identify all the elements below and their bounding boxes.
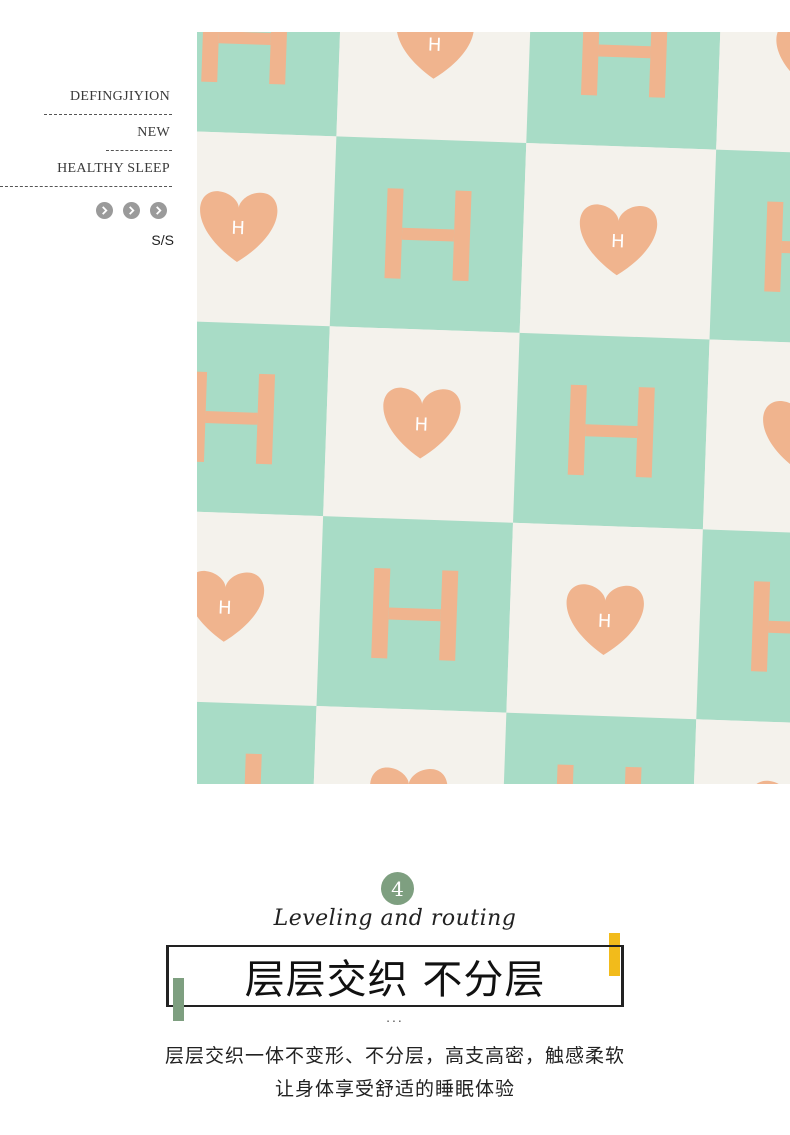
heart-letter: H: [218, 598, 232, 619]
divider: [44, 114, 172, 115]
heart-letter: H: [231, 218, 245, 239]
fabric-square: [309, 706, 507, 784]
feature-description-line2: 让身体享受舒适的睡眠体验: [274, 1078, 515, 1100]
fabric-grid: HHHHHHHHHHHHHHH: [197, 32, 790, 784]
chevron-right-icon: [150, 202, 167, 219]
fabric-square: [499, 712, 697, 784]
fabric-square: [197, 32, 344, 137]
heart-letter: H: [427, 35, 441, 56]
size-label: S/S: [151, 232, 174, 248]
chevron-right-icon: [123, 202, 140, 219]
divider: [0, 186, 172, 187]
heart-letter: H: [611, 231, 625, 252]
new-label: NEW: [137, 125, 170, 140]
feature-number-badge: 4: [381, 872, 414, 905]
feature-title-box: 层层交织 不分层: [166, 945, 624, 1007]
heart-letter: H: [597, 611, 611, 632]
healthy-sleep-label: HEALTHY SLEEP: [57, 161, 170, 176]
arrow-group: [96, 202, 167, 219]
fabric-pattern: HHHHHHHHHHHHHHH: [197, 32, 790, 784]
feature-script-title: Leveling and routing: [273, 906, 517, 931]
fabric-square: [689, 719, 790, 784]
feature-title: 层层交织 不分层: [244, 957, 546, 1003]
chevron-right-icon: [96, 202, 113, 219]
ellipsis-dots: ...: [386, 1009, 404, 1025]
feature-description-line1: 层层交织一体不变形、不分层，高支高密，触感柔软: [164, 1045, 625, 1067]
fabric-photo: HHHHHHHHHHHHHHH: [197, 32, 790, 784]
brand-label: DEFINGJIYION: [69, 89, 170, 104]
heart-letter: H: [414, 414, 428, 435]
divider: [106, 150, 172, 151]
